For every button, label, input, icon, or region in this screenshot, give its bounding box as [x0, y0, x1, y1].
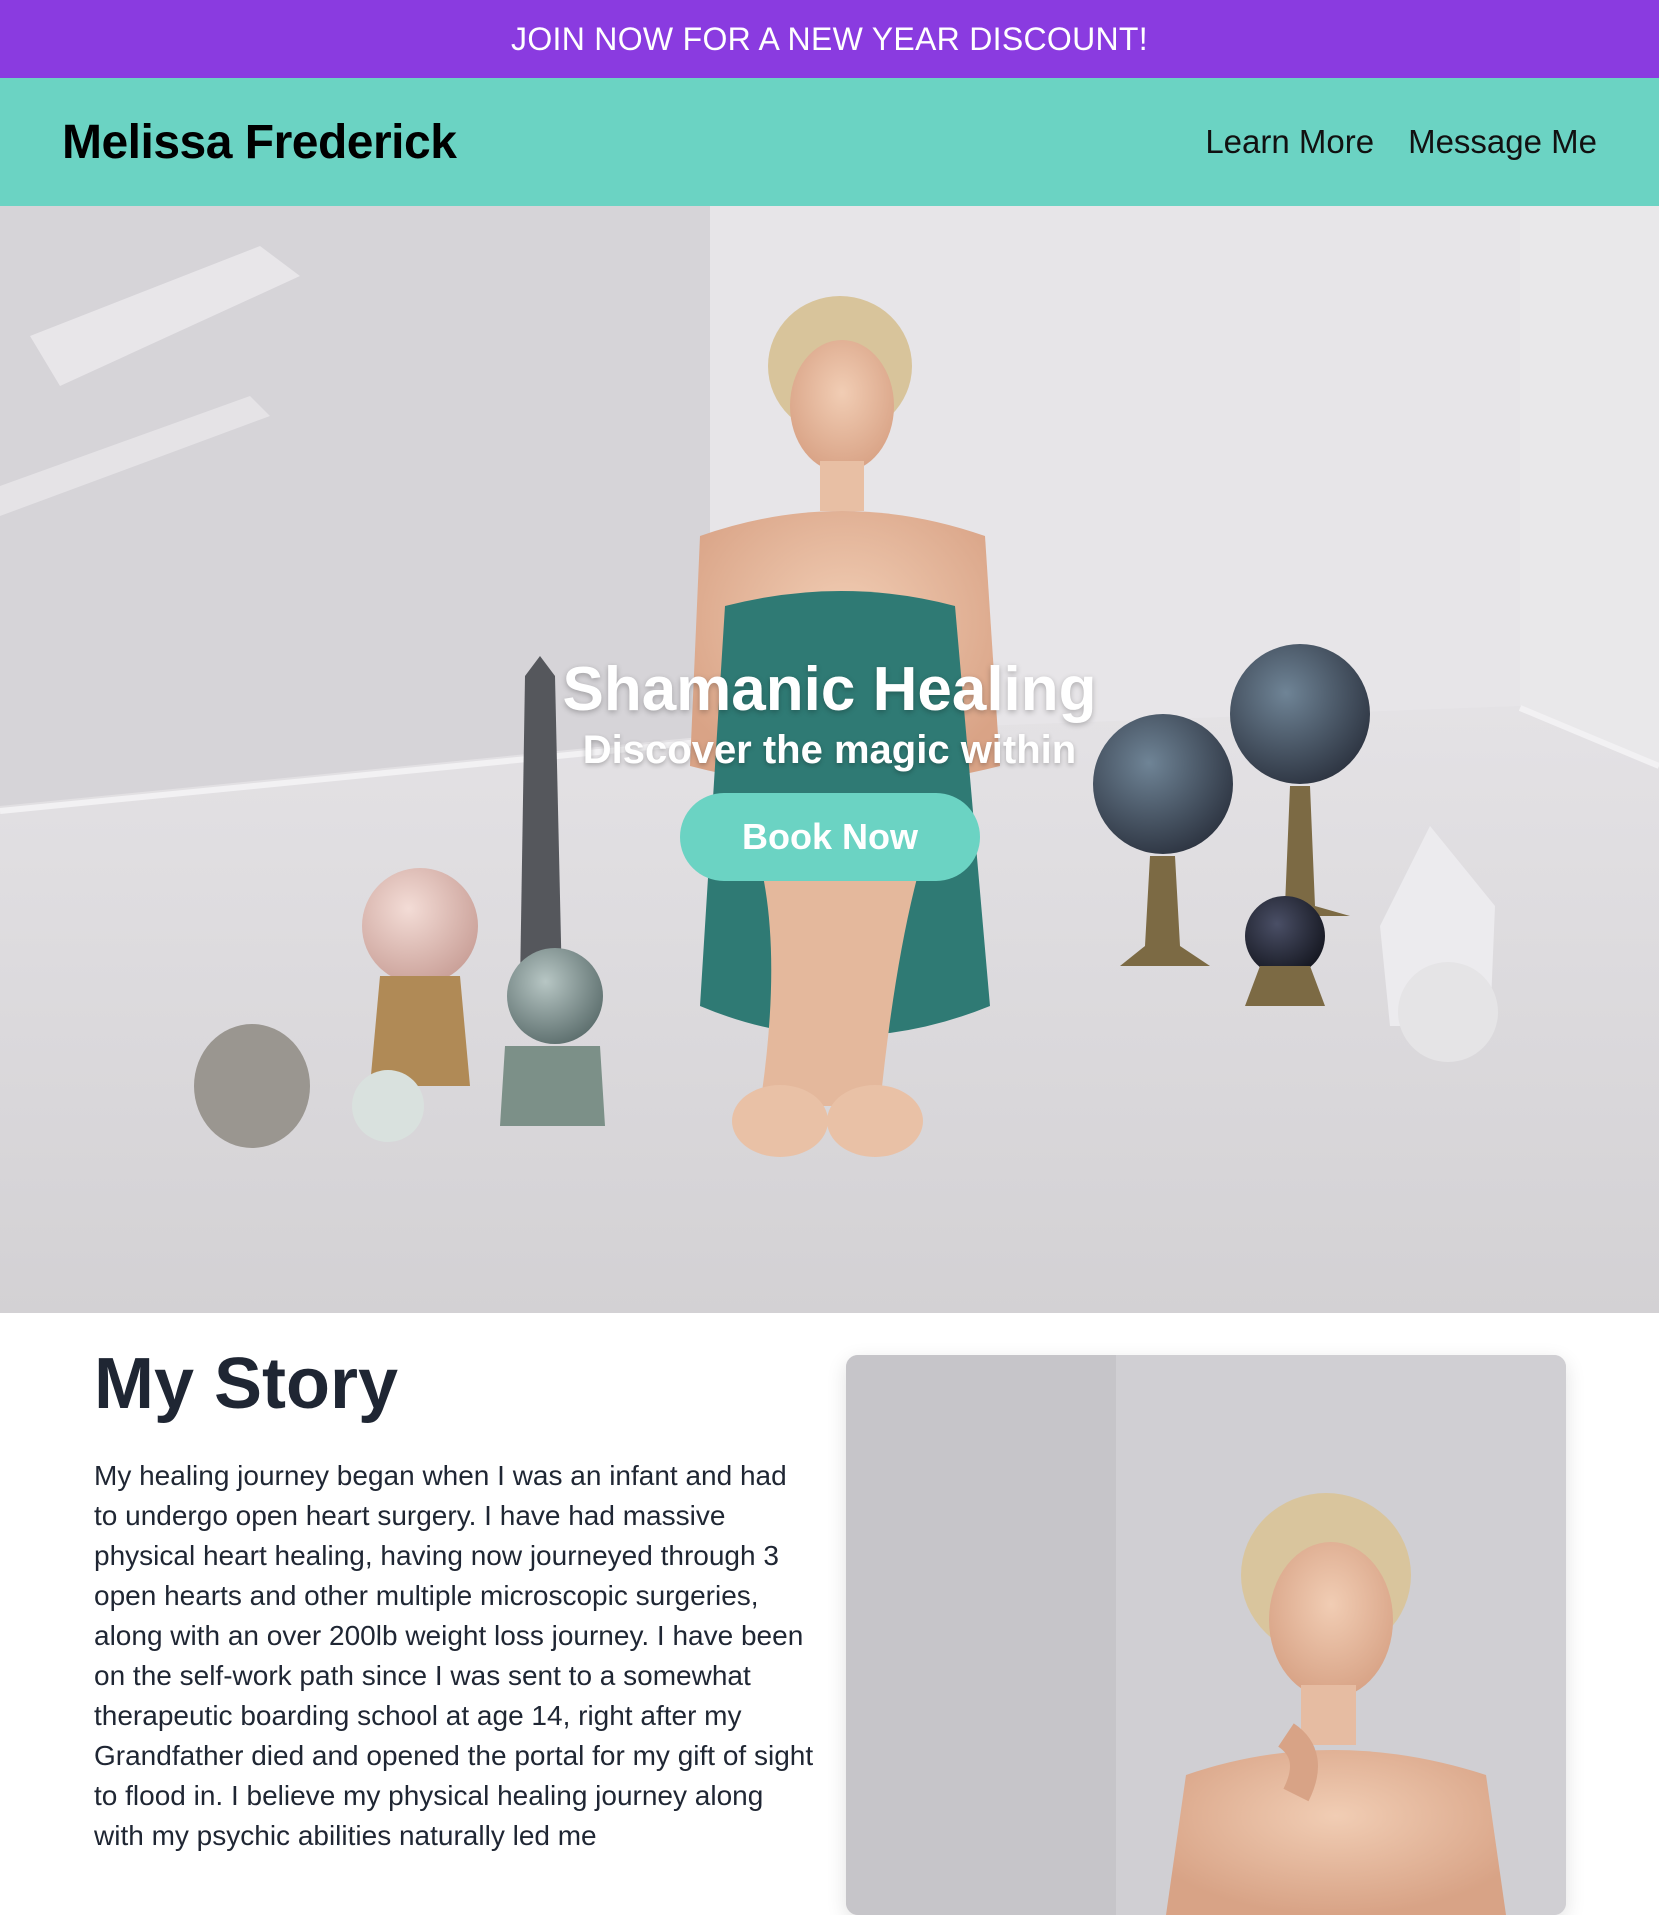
top-navbar: Melissa Frederick Learn More Message Me [0, 78, 1659, 206]
nav-link-message-me[interactable]: Message Me [1408, 123, 1597, 161]
hero-section: Shamanic Healing Discover the magic with… [0, 206, 1659, 1313]
hero-subtitle: Discover the magic within [582, 728, 1077, 772]
my-story-section: My Story My healing journey began when I… [0, 1313, 1659, 1915]
story-portrait-image [846, 1355, 1566, 1915]
nav-links: Learn More Message Me [1205, 123, 1597, 161]
portrait-illustration [846, 1355, 1566, 1915]
promo-banner: JOIN NOW FOR A NEW YEAR DISCOUNT! [0, 0, 1659, 78]
book-now-button[interactable]: Book Now [680, 793, 980, 881]
story-body: My healing journey began when I was an i… [94, 1460, 814, 1851]
nav-link-learn-more[interactable]: Learn More [1205, 123, 1374, 161]
promo-text: JOIN NOW FOR A NEW YEAR DISCOUNT! [511, 20, 1148, 57]
hero-title: Shamanic Healing [562, 655, 1097, 724]
site-brand[interactable]: Melissa Frederick [62, 115, 457, 170]
story-title: My Story [94, 1344, 399, 1424]
